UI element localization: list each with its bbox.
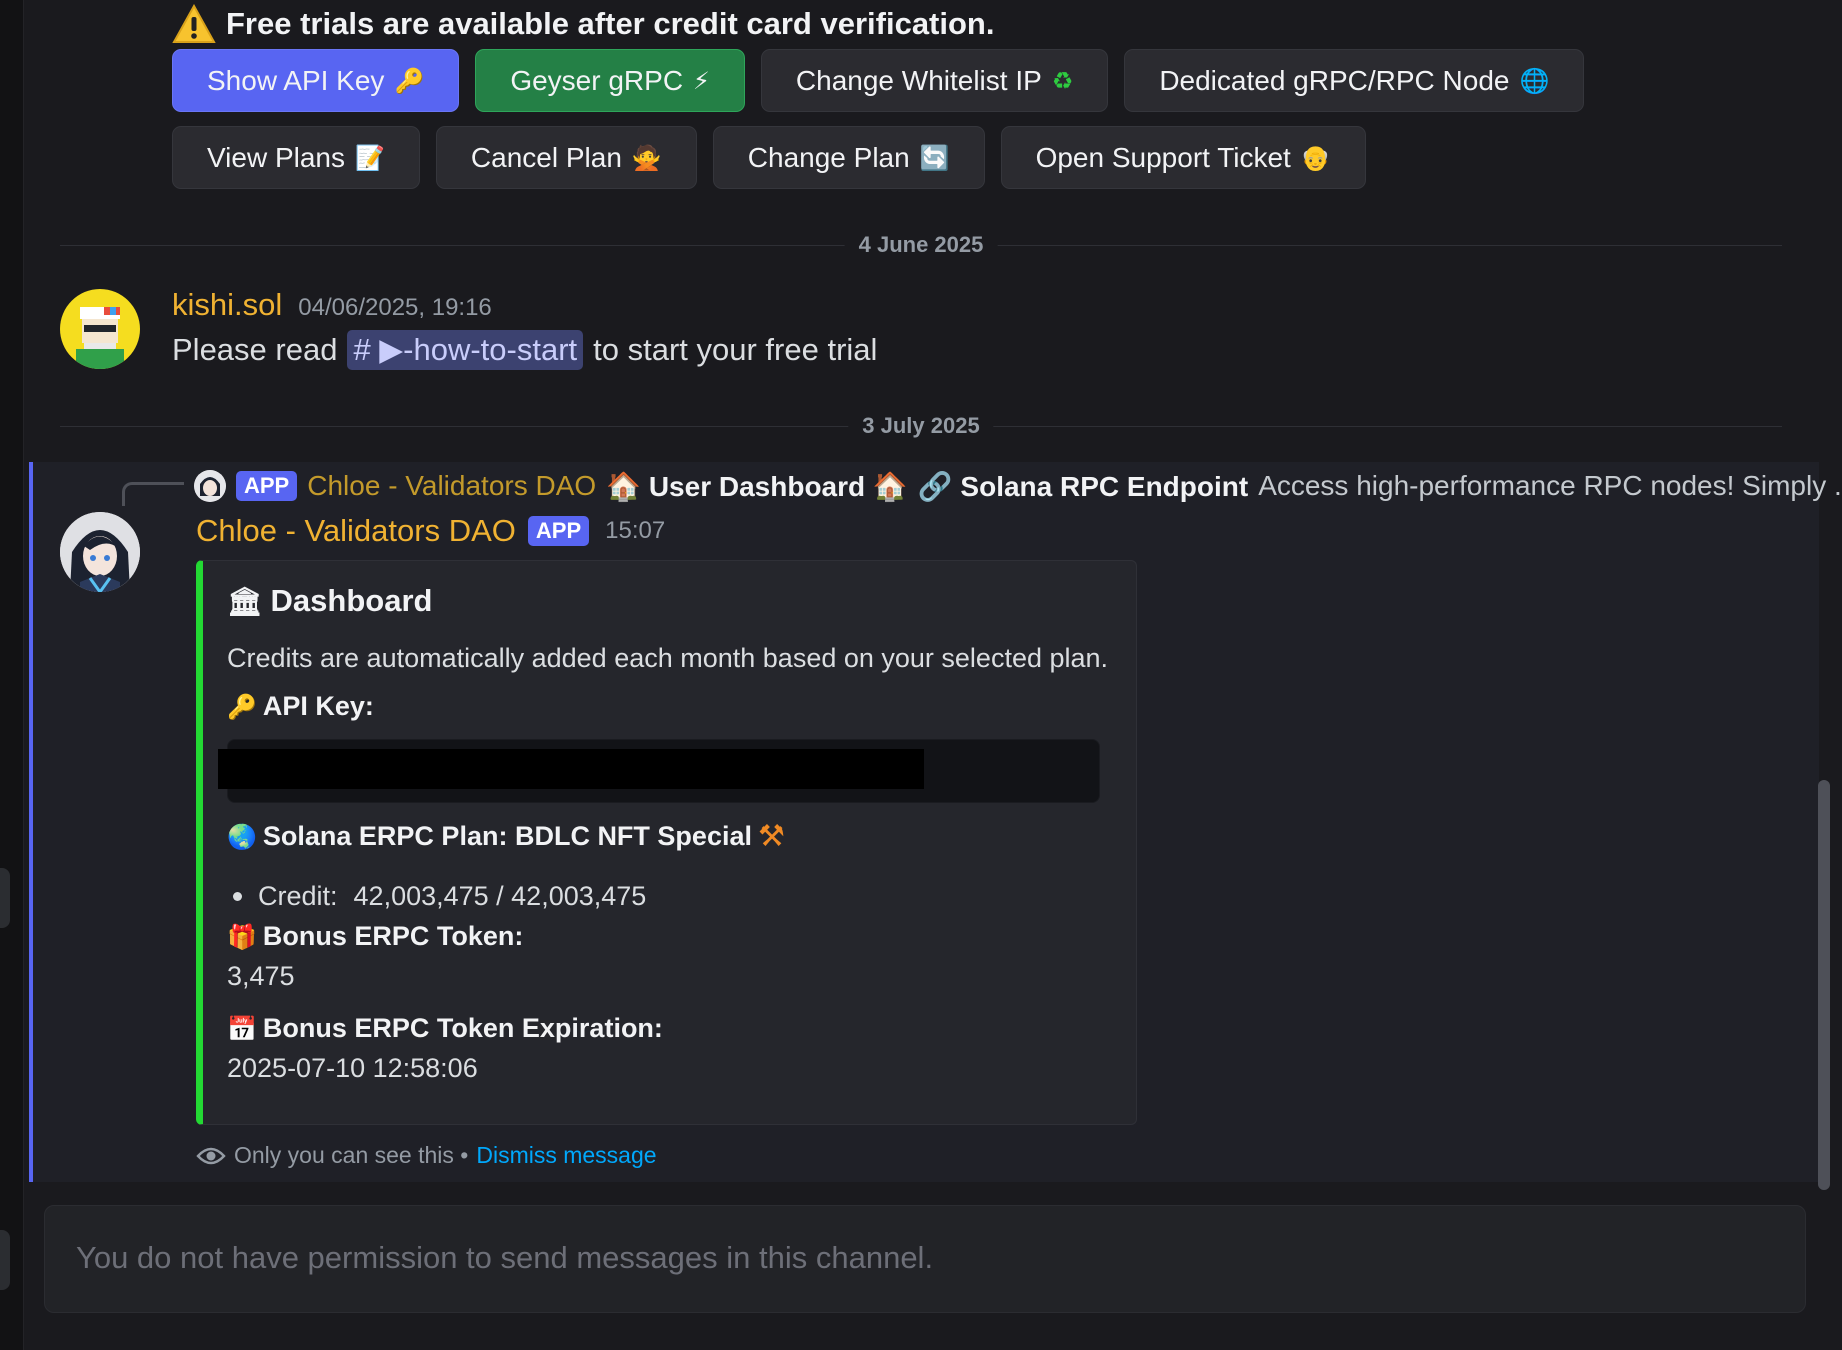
lightning-icon: ⚡ — [693, 66, 710, 95]
button-label: Open Support Ticket — [1035, 141, 1291, 173]
api-key-field-title: 🔑 API Key: — [227, 691, 374, 722]
field-label: API Key: — [262, 691, 374, 721]
bank-icon: 🏛 — [227, 584, 263, 618]
embed-description: Credits are automatically added each mon… — [227, 643, 1109, 673]
key-icon: 🔑 — [394, 66, 425, 95]
globe-icon: 🌏 — [227, 822, 257, 851]
message-text: to start your free trial — [593, 332, 878, 367]
pixel-avatar-icon — [76, 307, 124, 369]
banner-text: Free trials are available after credit c… — [226, 6, 995, 41]
embed-title: 🏛 Dashboard — [227, 583, 432, 619]
timestamp: 15:07 — [605, 517, 666, 544]
scrollbar-thumb[interactable] — [1818, 780, 1830, 1190]
reply-reference[interactable]: APP Chloe - Validators DAO 🏠 User Dashbo… — [194, 466, 1842, 506]
reply-spine — [122, 482, 184, 506]
message-content: Please read # ▶-how-to-start to start yo… — [172, 330, 877, 370]
dedicated-node-button[interactable]: Dedicated gRPC/RPC Node 🌐 — [1124, 49, 1585, 112]
bonus-field-title: 🎁 Bonus ERPC Token: — [227, 921, 523, 952]
button-label: Dedicated gRPC/RPC Node — [1159, 64, 1510, 96]
author-name[interactable]: kishi.sol — [172, 287, 282, 323]
trial-banner: Free trials are available after credit c… — [172, 0, 994, 48]
discord-window: Free trials are available after credit c… — [0, 0, 1842, 1350]
reply-preview: Access high-performance RPC nodes! Simpl… — [1258, 470, 1842, 501]
field-label: Bonus ERPC Token Expiration: — [262, 1013, 663, 1043]
dashboard-embed: 🏛 Dashboard Credits are automatically ad… — [196, 560, 1137, 1125]
memo-icon: 📝 — [355, 143, 385, 172]
avatar[interactable] — [60, 512, 140, 592]
warning-icon — [172, 4, 216, 43]
channel-mention[interactable]: # ▶-how-to-start — [347, 330, 584, 370]
app-tag: APP — [236, 471, 298, 501]
anime-avatar-icon — [194, 470, 226, 502]
key-icon: 🔑 — [227, 692, 257, 721]
date-divider-label: 3 July 2025 — [848, 413, 994, 439]
hammer-pick-icon: ⚒ — [757, 819, 785, 854]
message-text: Please read — [172, 332, 338, 367]
notice-text: Only you can see this • — [234, 1142, 469, 1168]
composer-placeholder: You do not have permission to send messa… — [76, 1240, 934, 1275]
rail-item[interactable] — [0, 868, 10, 928]
button-label: Show API Key — [207, 64, 385, 96]
calendar-icon: 📅 — [227, 1014, 257, 1043]
author-name[interactable]: Chloe - Validators DAO — [196, 513, 516, 549]
reply-avatar — [194, 470, 226, 502]
date-divider: 3 July 2025 — [60, 413, 1782, 439]
rail-item[interactable] — [0, 1230, 10, 1290]
chat-area: Free trials are available after credit c… — [24, 0, 1842, 1350]
server-rail — [0, 0, 24, 1350]
gift-icon: 🎁 — [227, 922, 257, 951]
button-label: Change Whitelist IP — [795, 64, 1042, 96]
plan-field-title: 🌏 Solana ERPC Plan: BDLC NFT Special ⚒ — [227, 819, 785, 854]
dismiss-message-link[interactable]: Dismiss message — [476, 1142, 656, 1169]
reply-author: Chloe - Validators DAO — [307, 470, 597, 501]
show-api-key-button[interactable]: Show API Key 🔑 — [172, 49, 460, 112]
redacted-api-key — [218, 749, 924, 789]
message-header: Chloe - Validators DAO APP 15:07 — [196, 513, 665, 549]
expiration-value: 2025-07-10 12:58:06 — [227, 1053, 478, 1083]
recycle-icon: ♻ — [1051, 66, 1074, 95]
message-header: kishi.sol 04/06/2025, 19:16 — [172, 287, 492, 323]
timestamp: 04/06/2025, 19:16 — [298, 294, 492, 321]
no-gesture-icon: 🙅 — [631, 143, 662, 172]
cancel-plan-button[interactable]: Cancel Plan 🙅 — [435, 126, 697, 189]
action-row-2: View Plans 📝 Cancel Plan 🙅 Change Plan 🔄… — [172, 126, 1366, 189]
avatar[interactable] — [60, 289, 140, 369]
expiration-field-title: 📅 Bonus ERPC Token Expiration: — [227, 1013, 663, 1044]
credit-list-item: Credit: 42,003,475 / 42,003,475 — [233, 881, 646, 912]
geyser-grpc-button[interactable]: Geyser gRPC ⚡ — [475, 49, 745, 112]
change-plan-button[interactable]: Change Plan 🔄 — [712, 126, 985, 189]
button-label: Cancel Plan — [470, 141, 622, 173]
channel-mention-label: # ▶-how-to-start — [353, 332, 578, 367]
view-plans-button[interactable]: View Plans 📝 — [172, 126, 420, 189]
bonus-value: 3,475 — [227, 961, 295, 991]
credit-label: Credit: — [258, 881, 338, 911]
field-label: Bonus ERPC Token: — [262, 921, 524, 951]
reply-command: 🏠 User Dashboard 🏠 — [606, 470, 908, 502]
embed-title-text: Dashboard — [270, 583, 433, 618]
refresh-icon: 🔄 — [919, 143, 950, 172]
anime-avatar-icon — [60, 512, 140, 592]
scrollbar[interactable] — [1818, 780, 1830, 1190]
eye-icon — [196, 1147, 226, 1164]
button-label: Geyser gRPC — [510, 64, 684, 96]
field-label: Solana ERPC Plan: BDLC NFT Special — [262, 821, 752, 851]
old-man-icon: 👴 — [1300, 143, 1331, 172]
change-whitelist-ip-button[interactable]: Change Whitelist IP ♻ — [760, 49, 1109, 112]
credit-value: 42,003,475 / 42,003,475 — [353, 881, 647, 911]
reply-link-title: 🔗 Solana RPC Endpoint — [917, 470, 1249, 502]
message-composer: You do not have permission to send messa… — [44, 1205, 1806, 1313]
ephemeral-notice: Only you can see this • Dismiss message — [196, 1142, 657, 1169]
app-tag: APP — [527, 516, 590, 546]
open-support-ticket-button[interactable]: Open Support Ticket 👴 — [1000, 126, 1366, 189]
action-row-1: Show API Key 🔑 Geyser gRPC ⚡ Change Whit… — [172, 49, 1585, 112]
date-divider: 4 June 2025 — [60, 232, 1782, 258]
button-label: Change Plan — [747, 141, 910, 173]
api-key-codeblock[interactable] — [218, 739, 1100, 803]
globe-icon: 🌐 — [1519, 66, 1550, 95]
button-label: View Plans — [207, 141, 346, 173]
date-divider-label: 4 June 2025 — [844, 232, 998, 258]
